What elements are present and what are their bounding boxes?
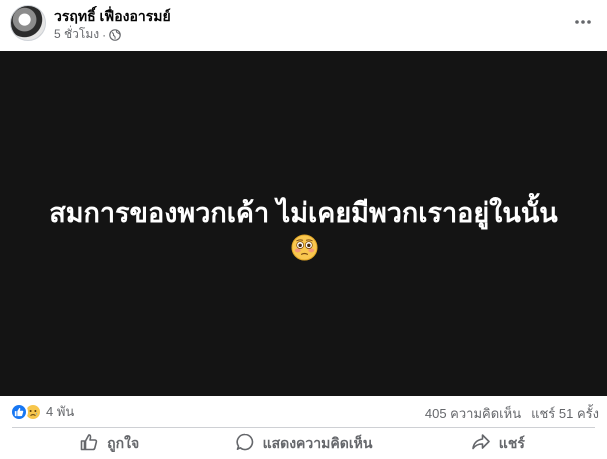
post-timestamp[interactable]: 5 ชั่วโมง xyxy=(54,25,99,44)
share-arrow-icon xyxy=(471,432,491,455)
like-icon xyxy=(10,402,28,421)
comment-button[interactable]: แสดงความคิดเห็น xyxy=(206,428,400,459)
comment-count[interactable]: 405 ความคิดเห็น xyxy=(425,403,521,424)
post-meta: 5 ชั่วโมง · xyxy=(54,25,121,44)
meta-separator: · xyxy=(102,27,107,42)
comment-label: แสดงความคิดเห็น xyxy=(262,434,373,451)
post-header: วรฤทธิ์ เฟื่องอารมย์ 5 ชั่วโมง · xyxy=(0,0,607,51)
share-button[interactable]: แชร์ xyxy=(401,428,595,459)
author-avatar[interactable] xyxy=(10,5,46,41)
share-label: แชร์ xyxy=(498,434,525,451)
reactions-summary[interactable]: 4 พัน xyxy=(10,401,74,422)
like-button[interactable]: ถูกใจ xyxy=(12,428,206,459)
like-label: ถูกใจ xyxy=(107,434,140,451)
flushed-face-emoji xyxy=(291,234,318,261)
post-stats: 4 พัน 405 ความคิดเห็น แชร์ 51 ครั้ง xyxy=(0,396,607,424)
globe-icon xyxy=(109,28,121,41)
post-actions: ถูกใจ แสดงความคิดเห็น แชร์ xyxy=(0,428,607,459)
reaction-count: 4 พัน xyxy=(46,404,75,419)
engagement-counts: 405 ความคิดเห็น แชร์ 51 ครั้ง xyxy=(425,403,599,424)
share-count[interactable]: แชร์ 51 ครั้ง xyxy=(531,403,599,424)
thumbs-up-icon xyxy=(79,432,99,455)
post-content[interactable]: สมการของพวกเค้า ไม่เคยมีพวกเราอยู่ในนั้น xyxy=(0,51,607,396)
comment-bubble-icon xyxy=(235,432,255,455)
post-text: สมการของพวกเค้า ไม่เคยมีพวกเราอยู่ในนั้น xyxy=(49,198,558,228)
more-options-icon[interactable] xyxy=(573,12,593,32)
